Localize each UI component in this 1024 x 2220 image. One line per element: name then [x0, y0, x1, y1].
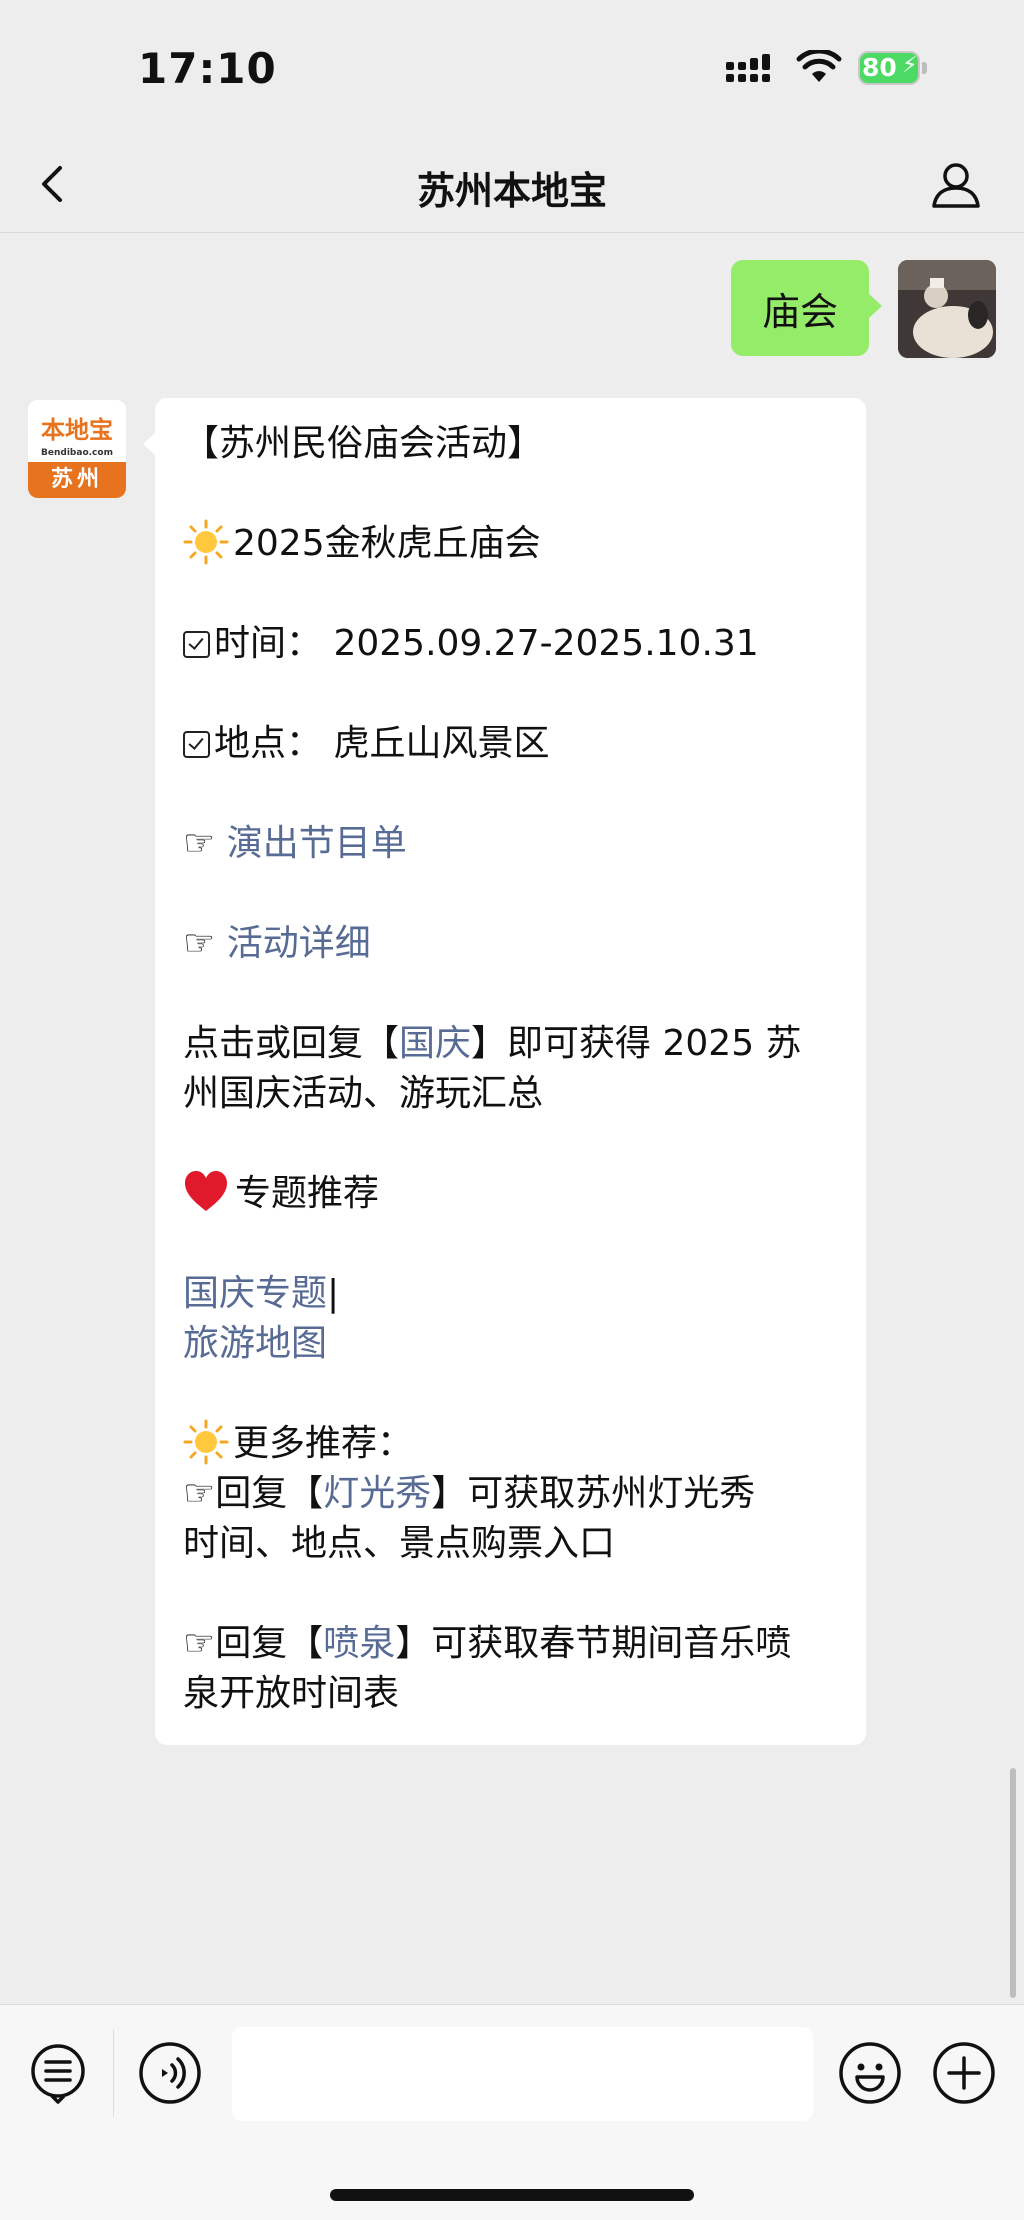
- more-title: 更多推荐：: [233, 1423, 414, 1464]
- topic-title: 专题推荐: [235, 1173, 380, 1214]
- person-icon: [932, 163, 980, 208]
- official-account-avatar[interactable]: 本地宝 Bendibao.com 苏州: [28, 400, 126, 498]
- pointing-hand-icon: ☞: [183, 823, 227, 864]
- details-link-line: ☞ 活动详细: [183, 919, 371, 969]
- received-message-bubble: 【苏州民俗庙会活动】 2025金秋虎丘庙会 时间： 2025.09.27-202…: [155, 398, 866, 1745]
- logo-city-label: 苏州: [28, 462, 126, 498]
- sent-message-bubble[interactable]: 庙会: [731, 260, 869, 356]
- light-show-line-1: ☞回复【灯光秀】可获取苏州灯光秀: [183, 1473, 756, 1514]
- sent-message-text: 庙会: [761, 289, 838, 334]
- guoqing-topic-link[interactable]: 国庆专题: [183, 1273, 327, 1314]
- event-time: 2025.09.27-2025.10.31: [333, 623, 759, 664]
- profile-button[interactable]: [926, 154, 986, 214]
- charging-bolt-icon: ⚡: [902, 53, 918, 78]
- sent-bubble-tail: [869, 294, 882, 318]
- voice-icon: [139, 2042, 201, 2104]
- toolbar-divider: [113, 2029, 114, 2117]
- program-link-line: ☞ 演出节目单: [183, 819, 407, 869]
- menu-button[interactable]: [26, 2041, 90, 2105]
- event-time-line: 时间： 2025.09.27-2025.10.31: [183, 619, 759, 669]
- user-avatar-photo: [898, 260, 996, 358]
- battery-percent: 80: [862, 53, 897, 82]
- message-input[interactable]: [232, 2027, 813, 2121]
- more-actions-button[interactable]: [932, 2041, 996, 2105]
- heart-icon: [185, 1171, 227, 1211]
- checkbox-icon: [183, 631, 210, 658]
- sun-icon: [183, 1419, 229, 1465]
- plus-icon: [933, 2042, 995, 2104]
- event-title: 2025金秋虎丘庙会: [233, 523, 541, 564]
- home-indicator[interactable]: [330, 2189, 694, 2201]
- user-avatar[interactable]: [898, 260, 996, 358]
- topic-link-line-1: 国庆专题|: [183, 1273, 340, 1314]
- status-time: 17:10: [138, 44, 277, 93]
- sun-icon: [183, 519, 229, 565]
- guoqing-keyword-link[interactable]: 国庆: [399, 1023, 471, 1064]
- signal-icon: [726, 54, 770, 82]
- voice-button[interactable]: [138, 2041, 202, 2105]
- event-place-line: 地点： 虎丘山风景区: [183, 719, 549, 769]
- wifi-icon: [796, 50, 842, 82]
- more-title-line: 更多推荐：: [183, 1419, 413, 1469]
- message-heading: 【苏州民俗庙会活动】: [183, 423, 544, 464]
- fountain-keyword-link[interactable]: 喷泉: [323, 1623, 395, 1664]
- battery-charging-icon: 80 ⚡: [858, 51, 930, 85]
- topic-link-line-2: 旅游地图: [183, 1319, 327, 1369]
- status-bar: 17:10 80 ⚡: [0, 0, 1024, 140]
- pointing-hand-icon: ☞: [183, 923, 227, 964]
- checkbox-icon: [183, 731, 210, 758]
- light-show-keyword-link[interactable]: 灯光秀: [323, 1473, 431, 1514]
- guoqing-line-2: 州国庆活动、游玩汇总: [183, 1073, 544, 1114]
- program-list-link[interactable]: 演出节目单: [227, 823, 407, 864]
- fountain-line-2: 泉开放时间表: [183, 1673, 400, 1714]
- guoqing-line-1: 点击或回复【国庆】即可获得 2025 苏: [183, 1023, 802, 1064]
- nav-bar: 苏州本地宝: [0, 140, 1024, 233]
- emoji-icon: [839, 2042, 901, 2104]
- fountain-line-1: ☞回复【喷泉】可获取春节期间音乐喷: [183, 1623, 792, 1664]
- event-place: 虎丘山风景区: [333, 723, 550, 764]
- emoji-button[interactable]: [838, 2041, 902, 2105]
- topic-title-line: 专题推荐: [183, 1169, 379, 1219]
- input-toolbar: [0, 2004, 1024, 2220]
- event-details-link[interactable]: 活动详细: [227, 923, 371, 964]
- bendibao-logo: 本地宝 Bendibao.com: [28, 400, 126, 462]
- chat-scrollbar[interactable]: [1010, 1768, 1016, 1998]
- light-show-line-2: 时间、地点、景点购票入口: [183, 1523, 616, 1564]
- travel-map-link[interactable]: 旅游地图: [183, 1323, 327, 1364]
- menu-list-icon: [31, 2044, 85, 2104]
- event-title-line: 2025金秋虎丘庙会: [183, 519, 541, 569]
- page-title: 苏州本地宝: [416, 169, 607, 213]
